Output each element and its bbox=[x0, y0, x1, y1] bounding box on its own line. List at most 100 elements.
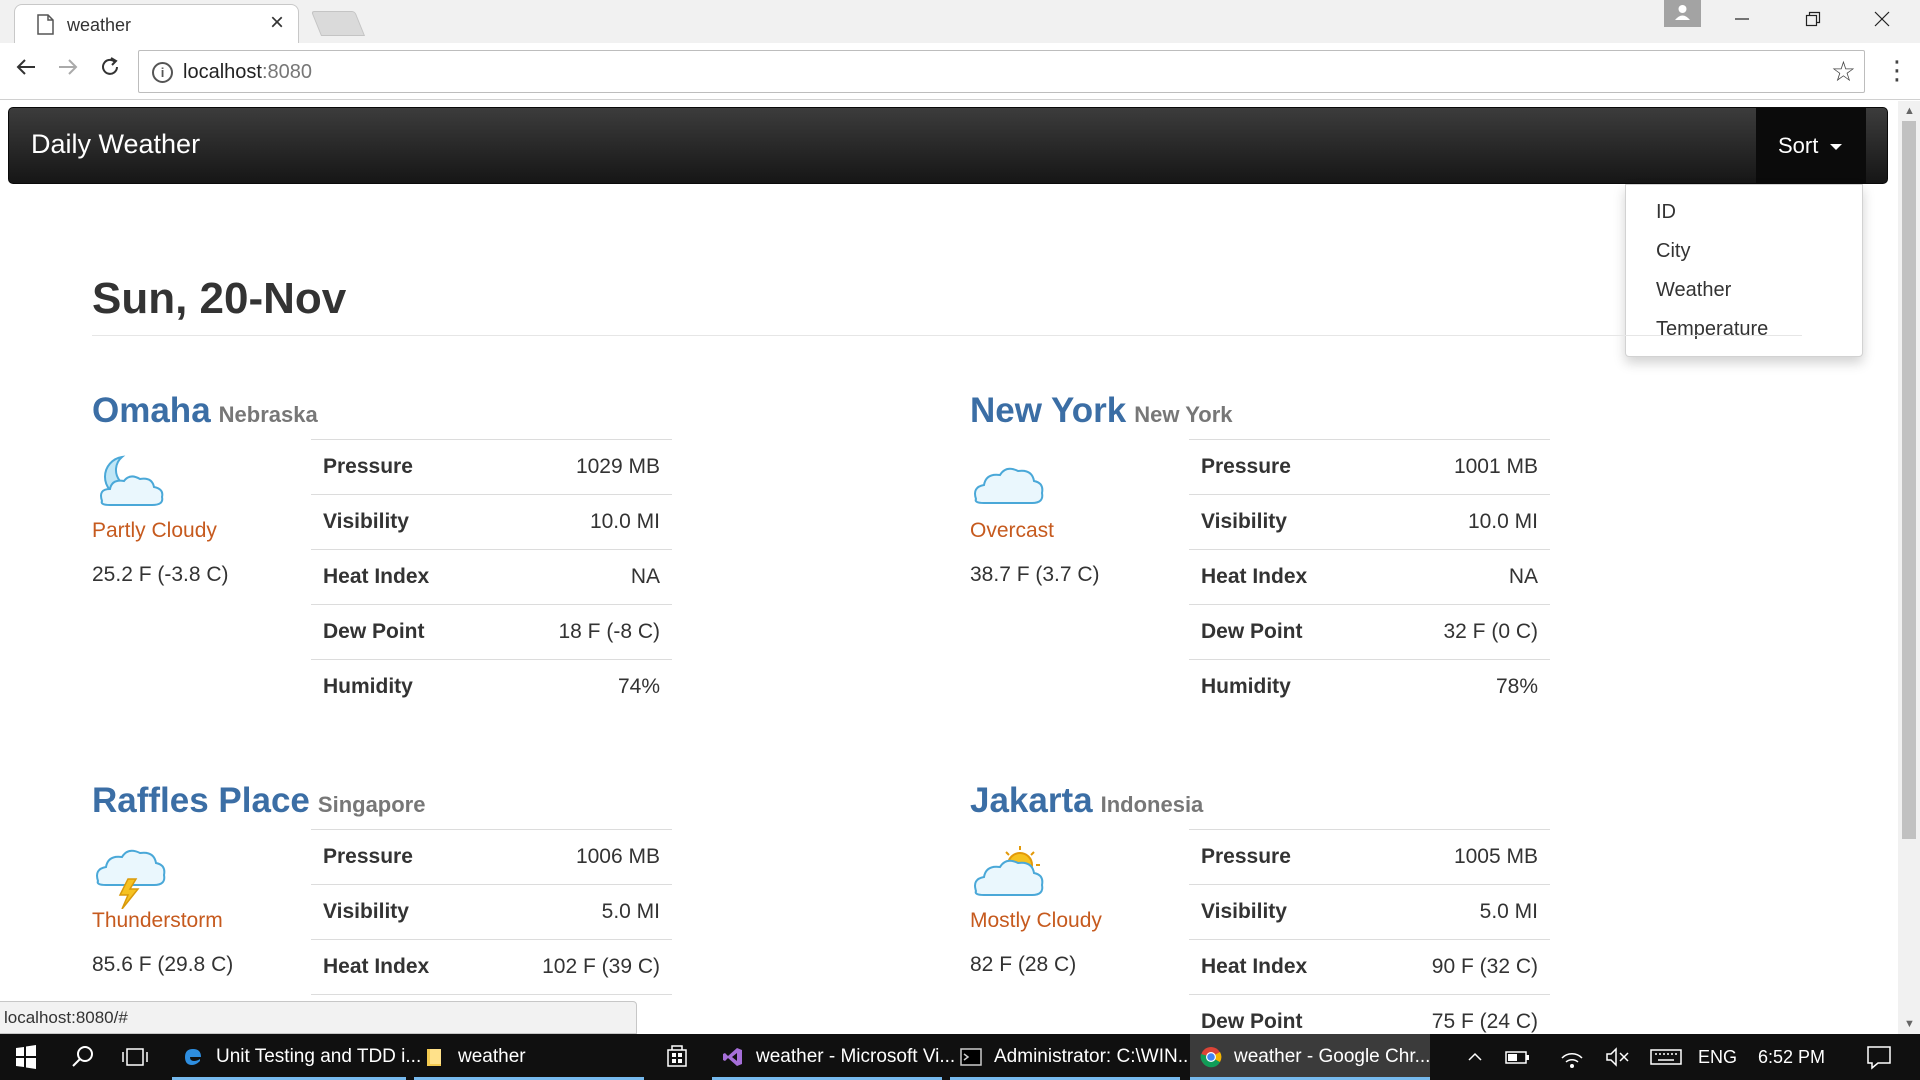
sort-dropdown-menu: ID City Weather Temperature bbox=[1625, 184, 1863, 357]
person-icon bbox=[1675, 5, 1690, 20]
sort-option-id[interactable]: ID bbox=[1626, 193, 1862, 232]
stat-label: Humidity bbox=[311, 659, 495, 715]
vertical-scrollbar[interactable]: ▲ ▼ bbox=[1898, 101, 1920, 1034]
temperature: 85.6 F (29.8 C) bbox=[92, 953, 234, 976]
stat-row-pressure: Pressure 1001 MB bbox=[1189, 439, 1550, 495]
brand-title[interactable]: Daily Weather bbox=[31, 129, 200, 160]
stat-row-visibility: Visibility 5.0 MI bbox=[1189, 884, 1550, 940]
wifi-icon bbox=[1561, 1053, 1583, 1068]
stat-label: Pressure bbox=[1189, 439, 1378, 495]
cloud-icon bbox=[974, 467, 1044, 504]
taskbar-app-cmd[interactable]: Administrator: C:\WIN... bbox=[950, 1034, 1194, 1080]
forward-button[interactable] bbox=[52, 55, 84, 87]
stat-value: NA bbox=[1377, 549, 1550, 605]
reload-button[interactable] bbox=[94, 55, 126, 87]
search-button[interactable] bbox=[60, 1034, 106, 1080]
stat-row-pressure: Pressure 1005 MB bbox=[1189, 829, 1550, 885]
city-header: Raffles Place Singapore bbox=[92, 781, 425, 821]
windows-taskbar: Unit Testing and TDD i... weather weathe… bbox=[0, 1034, 1920, 1080]
stat-value: 32 F (0 C) bbox=[1377, 604, 1550, 660]
task-view-icon bbox=[122, 1048, 148, 1066]
stat-label: Dew Point bbox=[1189, 994, 1370, 1034]
touch-keyboard-button[interactable] bbox=[1646, 1034, 1686, 1080]
chevron-up-icon bbox=[1468, 1052, 1482, 1061]
restore-icon bbox=[1805, 11, 1821, 27]
battery-icon bbox=[1505, 1051, 1529, 1064]
stat-label: Visibility bbox=[311, 494, 495, 550]
search-icon bbox=[72, 1046, 93, 1067]
stat-row-heat-index: Heat Index NA bbox=[1189, 549, 1550, 605]
clock[interactable]: 6:52 PM bbox=[1758, 1034, 1838, 1080]
stat-value: 90 F (32 C) bbox=[1369, 939, 1550, 995]
stat-label: Dew Point bbox=[1189, 604, 1378, 660]
taskbar-app-edge[interactable]: Unit Testing and TDD i... bbox=[172, 1034, 421, 1080]
stat-label: Dew Point bbox=[311, 604, 495, 660]
weather-card: New York New York Overcast 38.7 F (3.7 C)… bbox=[970, 391, 1810, 715]
volume-muted-icon bbox=[1606, 1047, 1629, 1067]
taskbar-app-visual-studio[interactable]: weather - Microsoft Vi... bbox=[712, 1034, 955, 1080]
minimize-button[interactable] bbox=[1718, 5, 1766, 35]
close-window-button[interactable] bbox=[1858, 5, 1906, 35]
state-name: New York bbox=[1134, 402, 1233, 427]
start-button[interactable] bbox=[0, 1034, 52, 1080]
stat-value: NA bbox=[494, 549, 672, 605]
temperature: 82 F (28 C) bbox=[970, 953, 1077, 976]
city-header: Omaha Nebraska bbox=[92, 391, 318, 431]
stat-value: 10.0 MI bbox=[1377, 494, 1550, 550]
battery-tray-button[interactable] bbox=[1500, 1034, 1536, 1080]
url-field[interactable]: i localhost:8080 ☆ bbox=[138, 50, 1865, 93]
show-hidden-icons-button[interactable] bbox=[1460, 1034, 1490, 1080]
browser-tab[interactable]: weather × bbox=[14, 4, 299, 43]
taskbar-app-chrome[interactable]: weather - Google Chr... bbox=[1190, 1034, 1430, 1080]
stat-value: 18 F (-8 C) bbox=[494, 604, 672, 660]
url-text: localhost:8080 bbox=[183, 61, 312, 83]
back-button[interactable] bbox=[10, 55, 42, 87]
new-tab-button[interactable] bbox=[310, 11, 366, 36]
stat-row-dew-point: Dew Point 32 F (0 C) bbox=[1189, 604, 1550, 660]
taskbar-app-explorer[interactable]: weather bbox=[414, 1034, 644, 1080]
scroll-up-arrow-icon[interactable]: ▲ bbox=[1904, 105, 1915, 117]
browser-menu-button[interactable]: ⋮ bbox=[1884, 55, 1910, 87]
stat-value: 5.0 MI bbox=[483, 884, 672, 940]
language-indicator[interactable]: ENG bbox=[1698, 1034, 1738, 1080]
scroll-down-arrow-icon[interactable]: ▼ bbox=[1904, 1018, 1915, 1030]
stat-value: 1006 MB bbox=[483, 829, 672, 885]
weather-card: Raffles Place Singapore Thunderstorm 85.6… bbox=[92, 781, 932, 1034]
sort-dropdown-toggle[interactable]: Sort bbox=[1756, 108, 1866, 183]
minimize-icon bbox=[1735, 18, 1749, 20]
stat-row-visibility: Visibility 10.0 MI bbox=[1189, 494, 1550, 550]
stat-value: 1005 MB bbox=[1369, 829, 1550, 885]
bookmark-star-icon[interactable]: ☆ bbox=[1831, 55, 1856, 88]
profile-button[interactable] bbox=[1664, 0, 1701, 27]
weather-condition: Thunderstorm bbox=[92, 909, 223, 932]
weather-condition: Mostly Cloudy bbox=[970, 909, 1102, 932]
sort-option-weather[interactable]: Weather bbox=[1626, 271, 1862, 310]
close-icon bbox=[1874, 11, 1890, 27]
action-center-button[interactable] bbox=[1854, 1034, 1904, 1080]
taskbar-app-label: weather - Google Chr... bbox=[1234, 1046, 1431, 1067]
volume-tray-button[interactable] bbox=[1600, 1034, 1636, 1080]
info-icon[interactable]: i bbox=[152, 62, 173, 83]
sort-option-temperature[interactable]: Temperature bbox=[1626, 310, 1862, 349]
stat-row-dew-point: Dew Point 18 F (-8 C) bbox=[311, 604, 672, 660]
city-name: New York bbox=[970, 391, 1127, 430]
back-arrow-icon bbox=[16, 59, 35, 75]
stat-row-visibility: Visibility 10.0 MI bbox=[311, 494, 672, 550]
stat-value: 78% bbox=[1377, 659, 1550, 715]
weather-stats-table: Pressure 1005 MB Visibility 5.0 MI Heat In… bbox=[1189, 829, 1550, 1034]
taskbar-app-label: weather bbox=[458, 1046, 526, 1067]
restore-button[interactable] bbox=[1789, 5, 1837, 35]
scroll-thumb[interactable] bbox=[1902, 121, 1916, 839]
sort-label: Sort bbox=[1778, 133, 1819, 158]
stat-label: Humidity bbox=[1189, 659, 1378, 715]
stat-label: Visibility bbox=[1189, 884, 1370, 940]
stat-row-humidity: Humidity 74% bbox=[311, 659, 672, 715]
task-view-button[interactable] bbox=[112, 1034, 158, 1080]
sort-option-city[interactable]: City bbox=[1626, 232, 1862, 271]
page-icon bbox=[37, 14, 54, 35]
close-tab-icon[interactable]: × bbox=[270, 11, 284, 35]
date-heading: Sun, 20-Nov bbox=[92, 274, 347, 323]
network-tray-button[interactable] bbox=[1554, 1034, 1590, 1080]
taskbar-store-button[interactable] bbox=[652, 1034, 702, 1080]
weather-stats-table: Pressure 1029 MB Visibility 10.0 MI Heat I… bbox=[311, 439, 672, 715]
